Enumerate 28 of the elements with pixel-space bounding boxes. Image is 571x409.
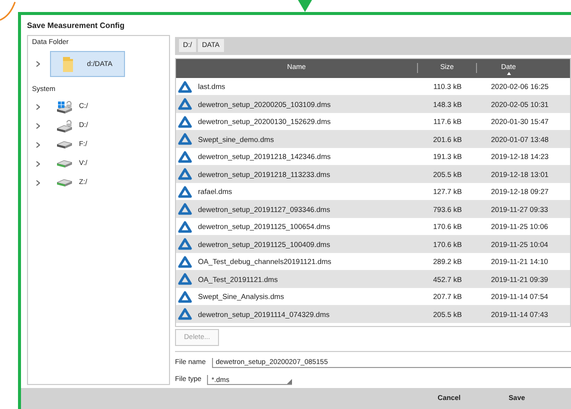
file-icon: [178, 220, 192, 233]
file-icon: [178, 290, 192, 303]
file-icon: [178, 98, 192, 110]
file-icon: [178, 150, 192, 163]
file-icon: [178, 308, 192, 320]
sort-icon: [506, 72, 510, 76]
chevron-icon[interactable]: [36, 61, 40, 67]
network-drive-icon: [56, 178, 73, 186]
drive-icon: [56, 118, 73, 132]
network-drive-icon: [56, 160, 73, 168]
file-icon: [178, 256, 192, 268]
chevron-icon[interactable]: [36, 104, 40, 110]
file-icon: [178, 133, 192, 146]
file-icon: [178, 203, 192, 216]
chevron-icon[interactable]: [36, 142, 40, 148]
drive-icon: [56, 100, 73, 114]
file-icon: [178, 116, 192, 128]
chevron-icon[interactable]: [36, 160, 40, 166]
file-icon: [178, 80, 192, 93]
dropdown-icon: [287, 378, 292, 384]
folder-icon: [61, 55, 75, 73]
file-icon: [178, 168, 192, 180]
chevron-icon[interactable]: [36, 180, 40, 186]
file-icon: [178, 238, 192, 250]
drive-icon: [56, 140, 73, 148]
chevron-icon[interactable]: [36, 122, 40, 128]
file-icon: [178, 186, 192, 198]
file-icon: [178, 273, 192, 286]
